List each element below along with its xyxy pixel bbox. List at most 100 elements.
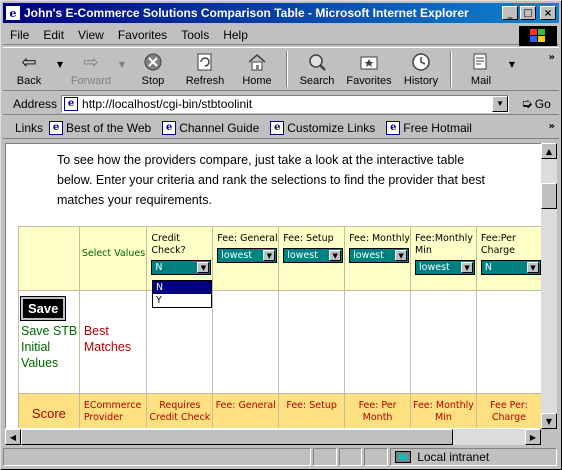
page-content: To see how the providers compare, just t… (5, 143, 543, 429)
fee-setup-select[interactable]: lowest ▼ (283, 248, 344, 263)
scroll-up-icon[interactable]: ▲ (541, 143, 557, 159)
save-initial-values-link[interactable]: Save STB Initial Values (21, 323, 79, 371)
fee-per-month-header[interactable]: Fee: Per Month (344, 393, 412, 428)
refresh-label: Refresh (185, 75, 225, 87)
link-customize-links[interactable]: e Customize Links (270, 120, 376, 135)
links-more-chevron-icon[interactable]: » (549, 121, 555, 132)
link-channel-guide[interactable]: e Channel Guide (162, 120, 260, 135)
provider-header[interactable]: ECommerce Provider (78, 393, 148, 428)
vertical-scrollbar[interactable]: ▲ ▼ (541, 143, 557, 429)
back-dropdown-icon[interactable]: ▼ (55, 48, 65, 69)
back-button[interactable]: ⇦ Back (3, 48, 55, 90)
toolbar-more-chevron-icon[interactable]: » (549, 52, 555, 63)
link-free-hotmail[interactable]: e Free Hotmail (386, 120, 472, 135)
minimize-button[interactable]: _ (502, 6, 518, 20)
favorites-button[interactable]: Favorites (343, 48, 395, 90)
dropdown-option-y[interactable]: Y (153, 294, 211, 307)
scroll-down-icon[interactable]: ▼ (541, 413, 557, 429)
page-icon: e (49, 120, 64, 135)
menu-favorites[interactable]: Favorites (111, 28, 174, 42)
address-input[interactable]: e http://localhost/cgi-bin/stbtoolinit ▼ (61, 94, 510, 113)
stop-button[interactable]: Stop (127, 48, 179, 90)
go-label: Go (534, 96, 551, 111)
dropdown-option-n[interactable]: N (153, 281, 211, 294)
chevron-down-icon[interactable]: ▼ (526, 262, 539, 273)
select-values-label: Select Values (78, 226, 148, 291)
link-label: Customize Links (287, 120, 376, 135)
credit-check-dropdown-list: N Y (152, 280, 212, 308)
search-button[interactable]: Search (291, 48, 343, 90)
chevron-down-icon[interactable]: ▼ (263, 250, 276, 261)
forward-dropdown-icon[interactable]: ▼ (117, 48, 127, 69)
horizontal-scroll-thumb[interactable] (21, 429, 453, 445)
refresh-button[interactable]: Refresh (179, 48, 231, 90)
credit-check-select[interactable]: N ▼ (151, 260, 212, 275)
mail-button[interactable]: Mail (455, 48, 507, 90)
maximize-button[interactable]: □ (520, 6, 536, 20)
fee-setup-header[interactable]: Fee: Setup (278, 393, 346, 428)
history-icon (410, 51, 432, 73)
forward-button[interactable]: ⇨ Forward (65, 48, 117, 90)
fee-monthly-min-header[interactable]: Fee: Monthly Min (410, 393, 477, 428)
mail-label: Mail (470, 75, 492, 87)
fee-per-charge-header[interactable]: Fee Per: Charge (475, 393, 542, 428)
menu-help[interactable]: Help (216, 28, 255, 42)
link-label: Free Hotmail (403, 120, 472, 135)
column-label: Fee: Monthly (349, 233, 411, 244)
chevron-down-icon[interactable]: ▼ (461, 262, 474, 273)
scroll-left-icon[interactable]: ◀ (5, 429, 21, 445)
scroll-right-icon[interactable]: ▶ (525, 429, 541, 445)
search-label: Search (299, 75, 335, 87)
go-button[interactable]: ➭ Go (521, 95, 551, 112)
history-button[interactable]: History (395, 48, 447, 90)
status-bar: Local intranet (3, 447, 559, 467)
chevron-down-icon[interactable]: ▼ (395, 250, 408, 261)
links-bar: Links e Best of the Web e Channel Guide … (3, 117, 559, 139)
link-label: Channel Guide (179, 120, 260, 135)
forward-label: Forward (70, 75, 112, 87)
refresh-icon (194, 51, 216, 73)
address-label: Address (13, 96, 58, 111)
security-zone-pane: Local intranet (390, 448, 557, 466)
address-bar: Address e http://localhost/cgi-bin/stbto… (3, 93, 559, 115)
column-label: Fee:Per Charge (480, 233, 516, 256)
menu-tools[interactable]: Tools (174, 28, 216, 42)
status-pane (312, 448, 337, 466)
credit-check-header[interactable]: Requires Credit Check (146, 393, 214, 428)
favorites-icon (358, 51, 380, 73)
fee-general-select[interactable]: lowest ▼ (217, 248, 278, 263)
best-matches-label: Best Matches (78, 290, 148, 394)
save-button[interactable]: Save (19, 296, 67, 321)
address-dropdown-icon[interactable]: ▼ (492, 95, 509, 112)
chevron-down-icon[interactable]: ▼ (329, 250, 342, 261)
menu-file[interactable]: File (3, 28, 36, 42)
fee-general-header[interactable]: Fee: General (212, 393, 280, 428)
select-value: lowest (287, 249, 318, 261)
title-bar[interactable]: e John's E-Commerce Solutions Comparison… (3, 3, 559, 23)
standard-toolbar: ⇦ Back ▼ ⇨ Forward ▼ Stop Refresh Home S… (3, 47, 559, 91)
fee-monthly-select[interactable]: lowest ▼ (349, 248, 410, 263)
vertical-scroll-thumb[interactable] (541, 183, 557, 209)
mail-dropdown-icon[interactable]: ▼ (507, 48, 517, 69)
fee-monthly-min-select[interactable]: lowest ▼ (415, 260, 476, 275)
search-icon (306, 51, 328, 73)
page-icon: e (162, 120, 177, 135)
forward-arrow-icon: ⇨ (83, 52, 99, 72)
home-button[interactable]: Home (231, 48, 283, 90)
save-cell: Save Save STB Initial Values (18, 290, 80, 394)
fee-per-charge-select[interactable]: N ▼ (480, 260, 541, 275)
header-empty-cell (18, 226, 80, 291)
menu-view[interactable]: View (71, 28, 111, 42)
close-button[interactable]: × (540, 6, 556, 20)
go-arrow-icon: ➭ (521, 95, 533, 111)
back-arrow-icon: ⇦ (21, 52, 37, 72)
horizontal-scrollbar[interactable]: ◀ ▶ (5, 429, 541, 445)
score-header[interactable]: Score (18, 393, 80, 428)
intro-text: To see how the providers compare, just t… (57, 153, 486, 207)
table-cell (344, 290, 412, 394)
column-fee-monthly-min: Fee:Monthly Min lowest ▼ (410, 226, 477, 291)
chevron-down-icon[interactable]: ▼ (197, 262, 210, 273)
menu-edit[interactable]: Edit (36, 28, 71, 42)
select-value: lowest (353, 249, 384, 261)
link-best-of-the-web[interactable]: e Best of the Web (49, 120, 151, 135)
